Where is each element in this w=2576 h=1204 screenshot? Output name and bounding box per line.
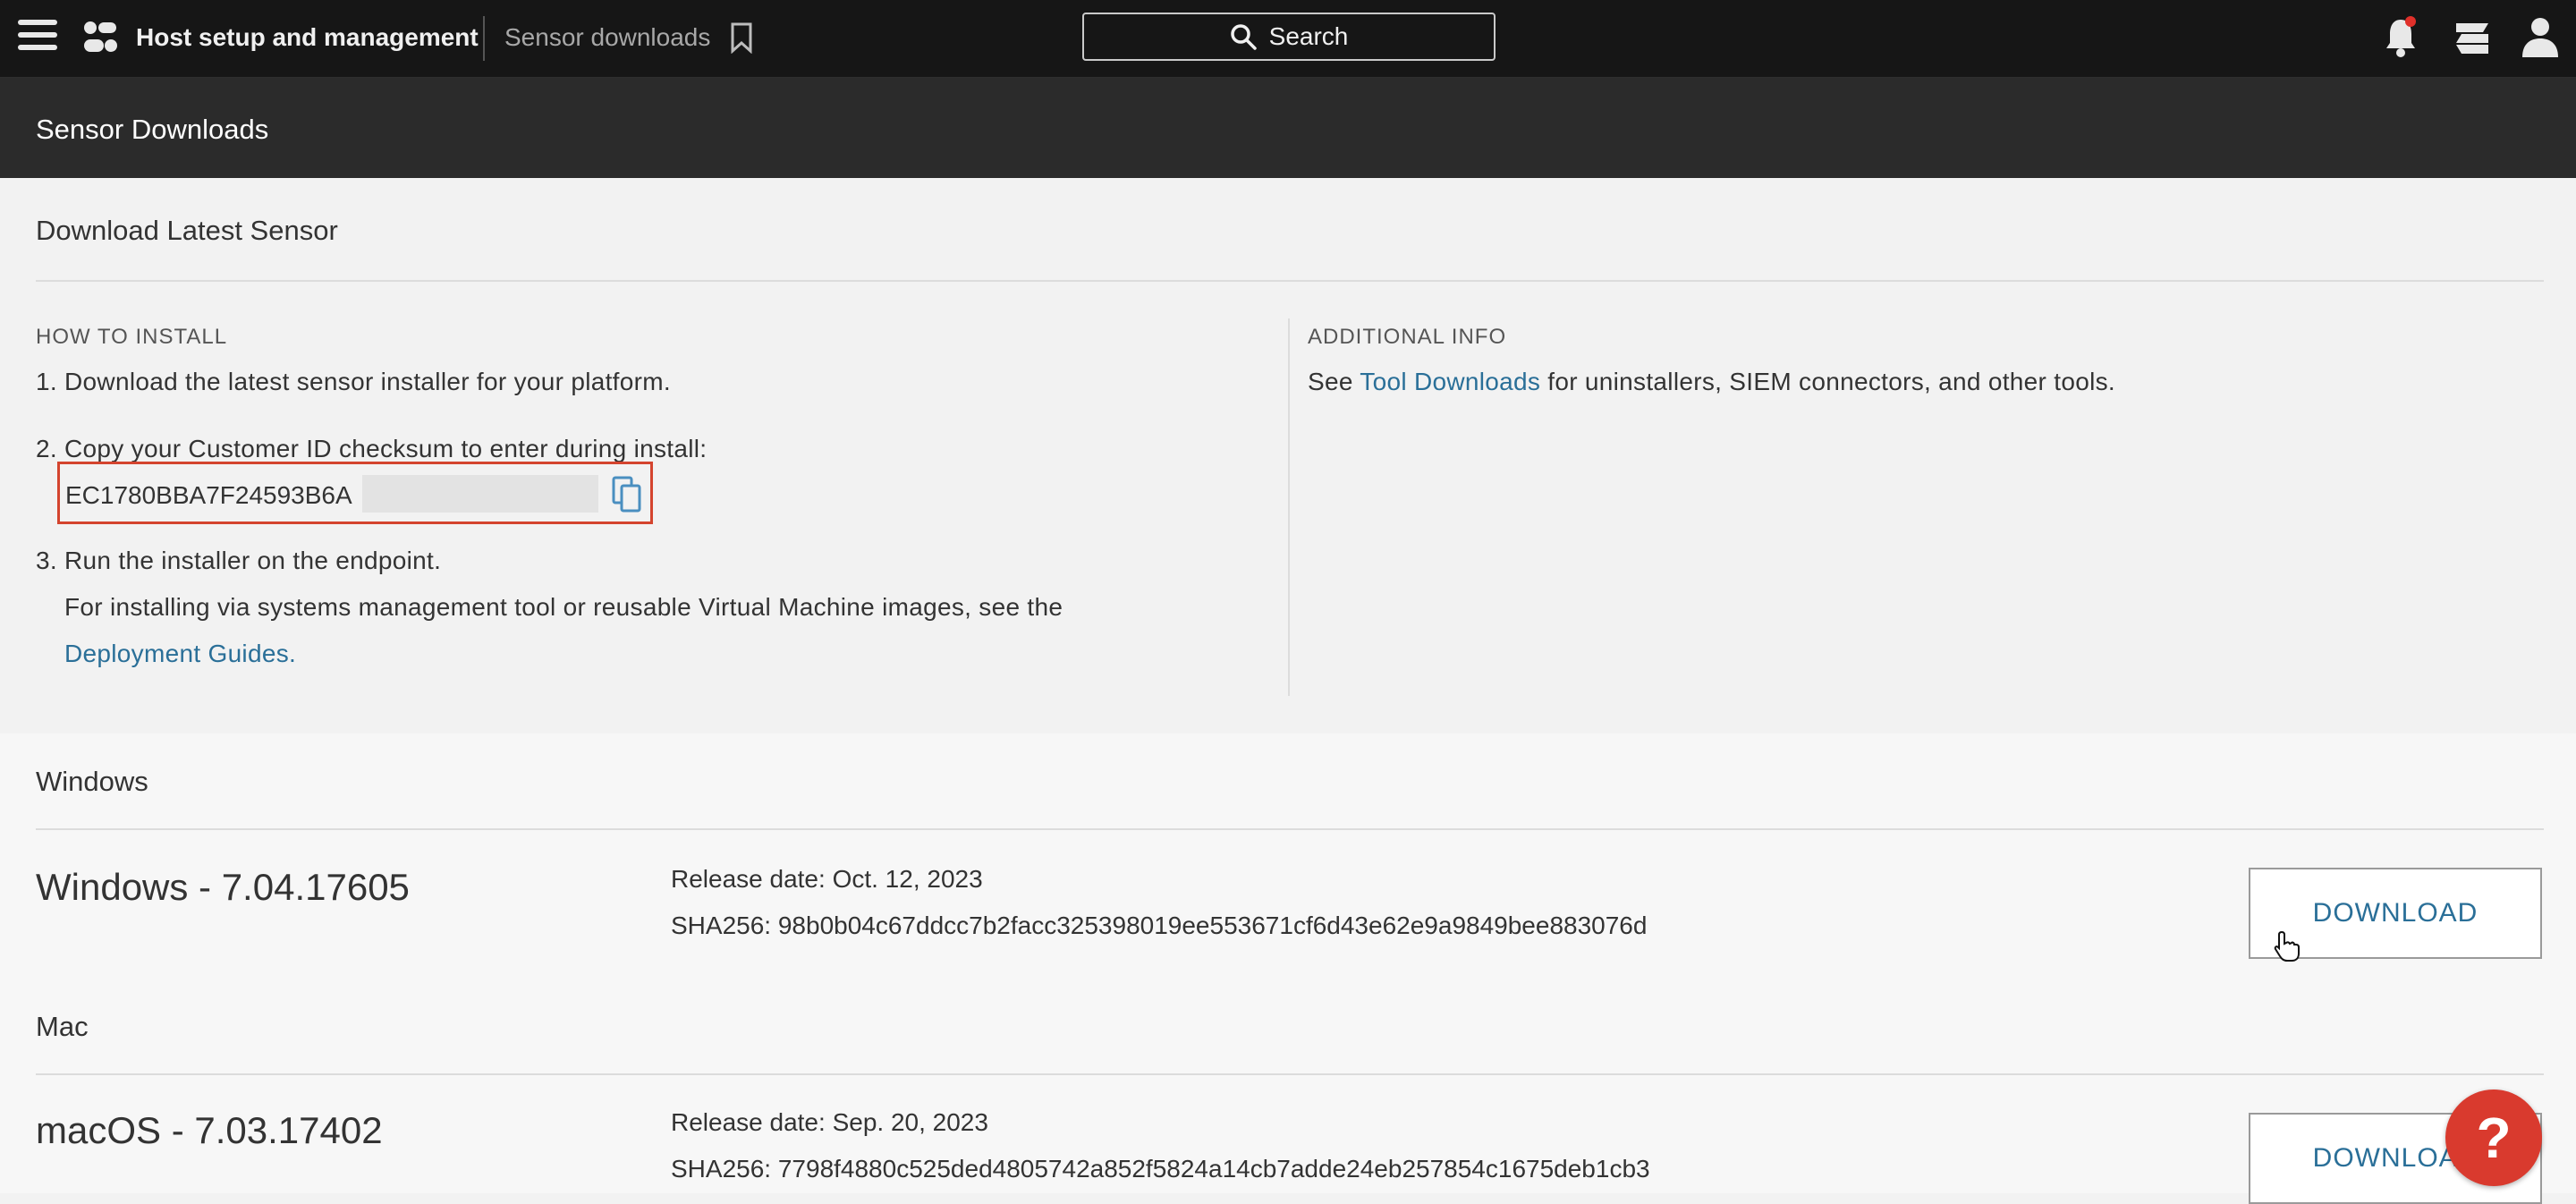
install-step-2: 2. Copy your Customer ID checksum to ent… — [36, 435, 708, 462]
additional-info-text: See Tool Downloads for uninstallers, SIE… — [1308, 367, 2115, 397]
install-step-3-detail: For installing via systems management to… — [64, 593, 1063, 621]
page-header: Sensor Downloads — [0, 78, 2576, 178]
sensor-list: Windows Windows - 7.04.17605 Release dat… — [0, 733, 2576, 1204]
app-title[interactable]: Host setup and management — [136, 21, 479, 54]
divider — [36, 280, 2544, 282]
additional-info-label: ADDITIONAL INFO — [1308, 325, 1507, 349]
search-icon — [1230, 24, 1257, 50]
bookmark-icon[interactable] — [730, 21, 753, 54]
search-button[interactable]: Search — [1082, 13, 1496, 61]
sha256-mac[interactable]: SHA256: 7798f4880c525ded4805742a852f5824… — [671, 1154, 1650, 1184]
column-divider — [1288, 318, 1290, 696]
platform-heading-mac: Mac — [36, 1011, 89, 1042]
platform-heading-windows: Windows — [36, 766, 148, 797]
top-navigation: Host setup and management Sensor downloa… — [0, 0, 2576, 78]
additional-info-suffix: for uninstallers, SIEM connectors, and o… — [1540, 368, 2115, 395]
breadcrumb[interactable]: Sensor downloads — [504, 21, 710, 54]
install-step-1: 1. Download the latest sensor installer … — [36, 368, 671, 395]
user-icon[interactable] — [2521, 14, 2560, 59]
bell-icon[interactable] — [2383, 14, 2419, 59]
customer-id-value[interactable]: EC1780BBA7F24593B6A — [65, 480, 352, 511]
nav-divider — [483, 16, 485, 61]
divider — [36, 1073, 2544, 1075]
search-label: Search — [1268, 22, 1349, 50]
tool-downloads-link[interactable]: Tool Downloads — [1360, 368, 1540, 395]
help-button[interactable]: ? — [2445, 1090, 2542, 1186]
release-date-mac: Release date: Sep. 20, 2023 — [671, 1108, 988, 1136]
customer-id-masked — [362, 475, 598, 513]
divider — [36, 828, 2544, 830]
sensor-version-mac: macOS - 7.03.17402 — [36, 1109, 383, 1151]
sha256-windows[interactable]: SHA256: 98b0b04c67ddcc7b2facc325398019ee… — [671, 911, 1647, 941]
logo-icon[interactable] — [82, 20, 118, 55]
deployment-guides-period: . — [289, 640, 297, 667]
release-date-windows: Release date: Oct. 12, 2023 — [671, 865, 983, 893]
page-title: Sensor Downloads — [36, 114, 269, 145]
additional-info-prefix: See — [1308, 368, 1360, 395]
sensor-version-windows: Windows - 7.04.17605 — [36, 866, 410, 908]
apps-icon[interactable] — [2453, 18, 2492, 57]
download-latest-heading: Download Latest Sensor — [36, 215, 338, 246]
menu-icon[interactable] — [18, 20, 57, 55]
how-to-install-label: HOW TO INSTALL — [36, 325, 228, 349]
customer-id-field[interactable]: EC1780BBA7F24593B6A — [57, 462, 653, 524]
pointer-cursor-icon — [2274, 930, 2300, 962]
deployment-guides-line: Deployment Guides. — [64, 639, 296, 669]
copy-icon[interactable] — [611, 475, 643, 514]
deployment-guides-link[interactable]: Deployment Guides — [64, 640, 289, 667]
install-step-3: 3. Run the installer on the endpoint. — [36, 547, 442, 574]
